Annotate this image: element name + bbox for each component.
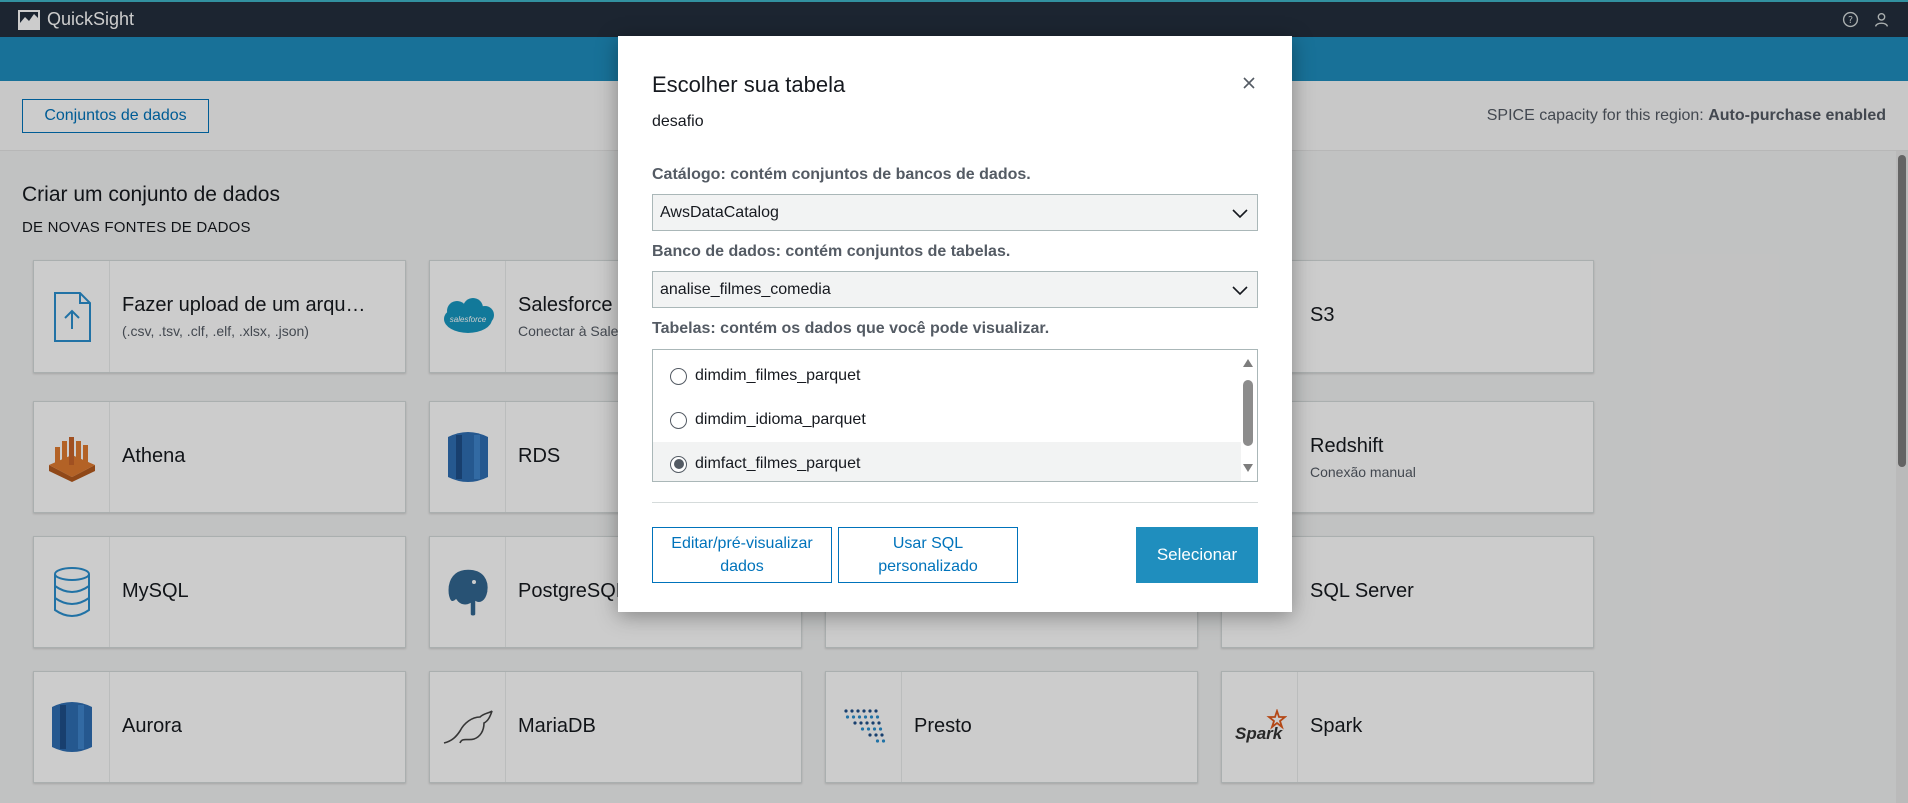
table-row[interactable]: dimdim_idioma_parquet — [653, 398, 1241, 442]
database-select[interactable]: analise_filmes_comedia — [652, 271, 1258, 308]
catalog-label: Catálogo: contém conjuntos de bancos de … — [652, 166, 1031, 183]
database-select-value: analise_filmes_comedia — [660, 280, 831, 298]
table-row-selected[interactable]: dimfact_filmes_parquet — [653, 442, 1241, 481]
list-scrollbar[interactable] — [1240, 350, 1257, 481]
table-row[interactable]: dimdim_filmes_parquet — [653, 354, 1241, 398]
catalog-select-value: AwsDataCatalog — [660, 203, 779, 221]
list-scrollbar-thumb[interactable] — [1243, 380, 1253, 446]
tables-list[interactable]: dimdim_filmes_parquet dimdim_idioma_parq… — [652, 349, 1258, 482]
chevron-down-icon — [1232, 209, 1248, 219]
catalog-select[interactable]: AwsDataCatalog — [652, 194, 1258, 231]
chevron-down-icon — [1232, 286, 1248, 296]
dialog-title: Escolher sua tabela — [652, 72, 846, 97]
scroll-down-icon[interactable] — [1242, 463, 1254, 473]
edit-preview-button[interactable]: Editar/pré-visualizar dados — [652, 527, 832, 583]
choose-table-dialog: Escolher sua tabela desafio Catálogo: co… — [618, 36, 1292, 612]
select-button[interactable]: Selecionar — [1136, 527, 1258, 583]
custom-sql-button[interactable]: Usar SQL personalizado — [838, 527, 1018, 583]
tables-label: Tabelas: contém os dados que você pode v… — [652, 320, 1050, 337]
dialog-divider — [652, 502, 1258, 503]
table-name: dimdim_idioma_parquet — [695, 411, 866, 428]
database-label: Banco de dados: contém conjuntos de tabe… — [652, 243, 1011, 260]
scroll-up-icon[interactable] — [1242, 358, 1254, 368]
table-radio[interactable] — [670, 411, 687, 429]
close-icon[interactable] — [1240, 74, 1258, 92]
table-name: dimdim_filmes_parquet — [695, 367, 861, 384]
table-radio-selected[interactable] — [670, 455, 687, 473]
dialog-subtitle: desafio — [652, 113, 704, 130]
table-name: dimfact_filmes_parquet — [695, 455, 861, 472]
table-radio[interactable] — [670, 367, 687, 385]
